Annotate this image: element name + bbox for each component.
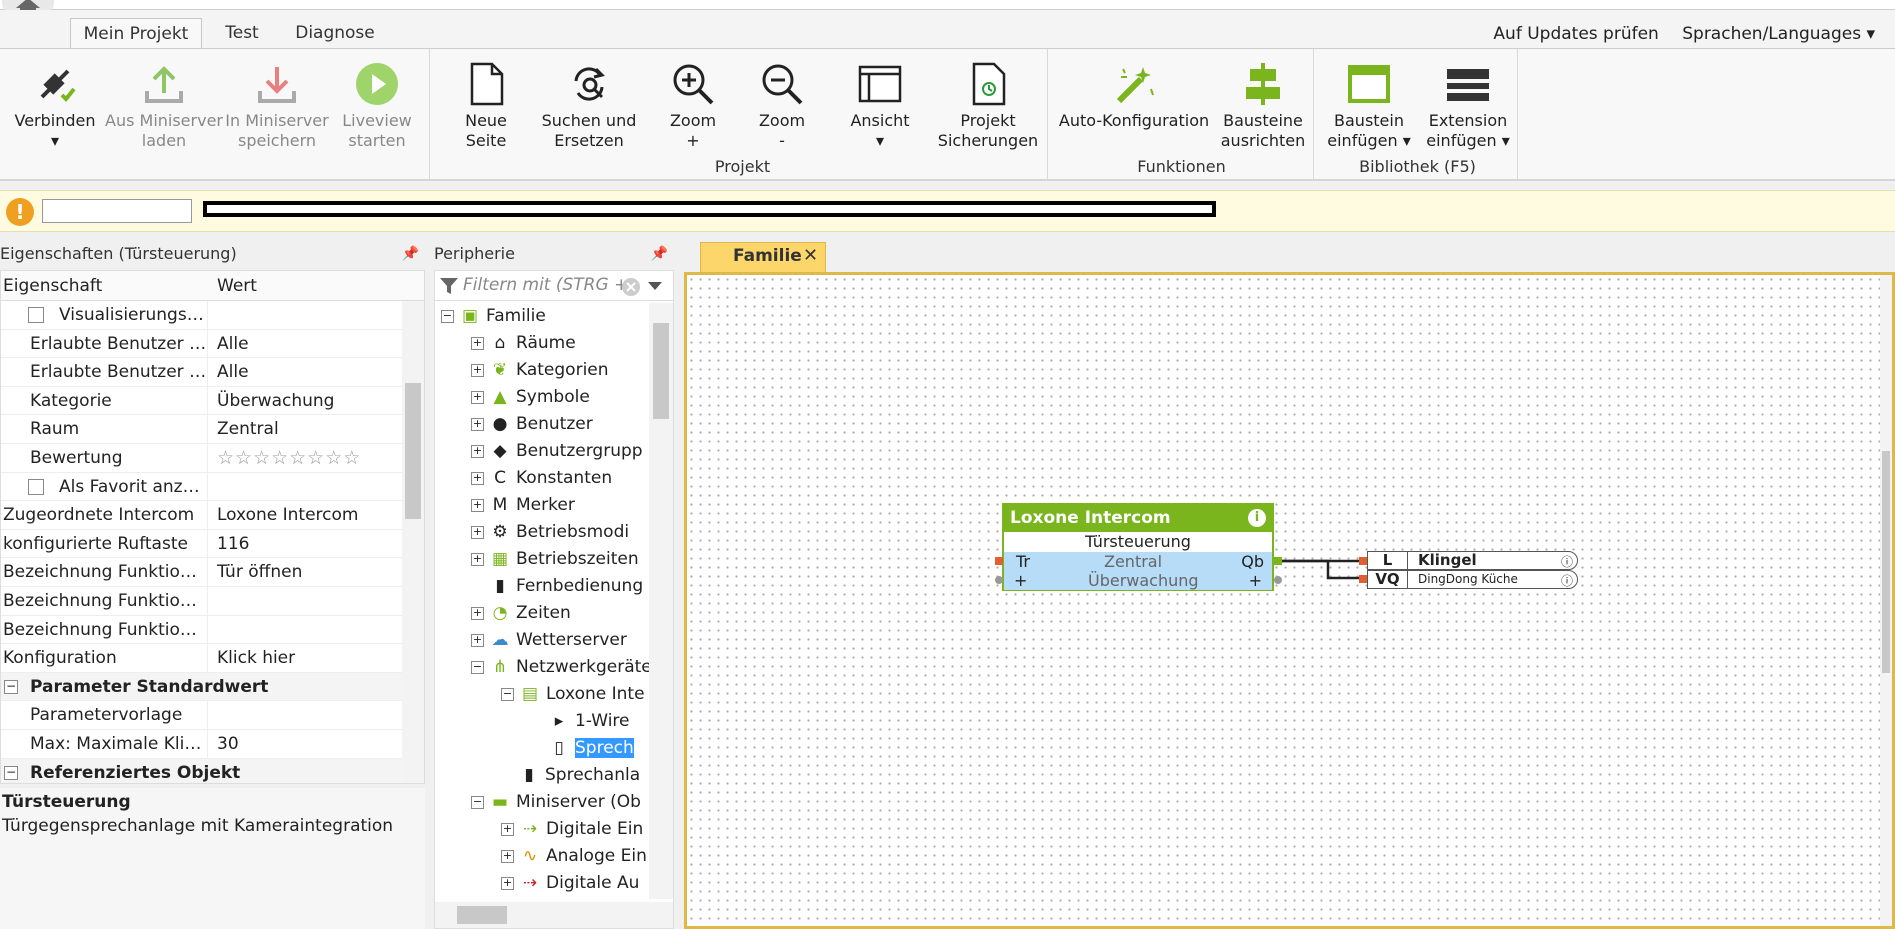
intercom-block[interactable]: Loxone Intercom i Türsteuerung Tr Zentra… xyxy=(1002,503,1274,591)
block-body: Tr Zentral Qb + Überwachung + xyxy=(1004,552,1272,590)
add-input-icon[interactable]: + xyxy=(1014,571,1027,590)
output-qb[interactable]: Qb xyxy=(1241,552,1264,571)
info-icon[interactable]: ⓘ xyxy=(1561,553,1573,570)
input-tr[interactable]: Tr xyxy=(1016,552,1030,571)
output-input-connector[interactable] xyxy=(1359,557,1367,565)
input-connector[interactable] xyxy=(995,557,1003,565)
block-subtitle: Türsteuerung xyxy=(1085,532,1191,551)
output-connector[interactable] xyxy=(1274,557,1282,565)
output-dingdong[interactable]: VQ DingDong Küche ⓘ xyxy=(1367,570,1578,589)
output-connector[interactable] xyxy=(1274,576,1282,584)
output-value: Klingel xyxy=(1418,551,1477,569)
output-key: VQ xyxy=(1368,571,1408,588)
output-value: DingDong Küche xyxy=(1418,572,1518,586)
block-header: Loxone Intercom i xyxy=(1004,505,1272,532)
block-room: Zentral xyxy=(1104,552,1163,571)
info-icon[interactable]: ⓘ xyxy=(1561,572,1573,589)
input-connector[interactable] xyxy=(995,576,1003,584)
output-key: L xyxy=(1368,552,1408,569)
block-category: Überwachung xyxy=(1088,571,1199,590)
output-input-connector[interactable] xyxy=(1359,575,1367,583)
add-output-icon[interactable]: + xyxy=(1249,571,1262,590)
connection-wires xyxy=(1282,559,1362,580)
block-title: Loxone Intercom xyxy=(1010,508,1171,528)
output-klingel[interactable]: L Klingel ⓘ xyxy=(1367,551,1578,570)
info-icon[interactable]: i xyxy=(1248,509,1266,527)
